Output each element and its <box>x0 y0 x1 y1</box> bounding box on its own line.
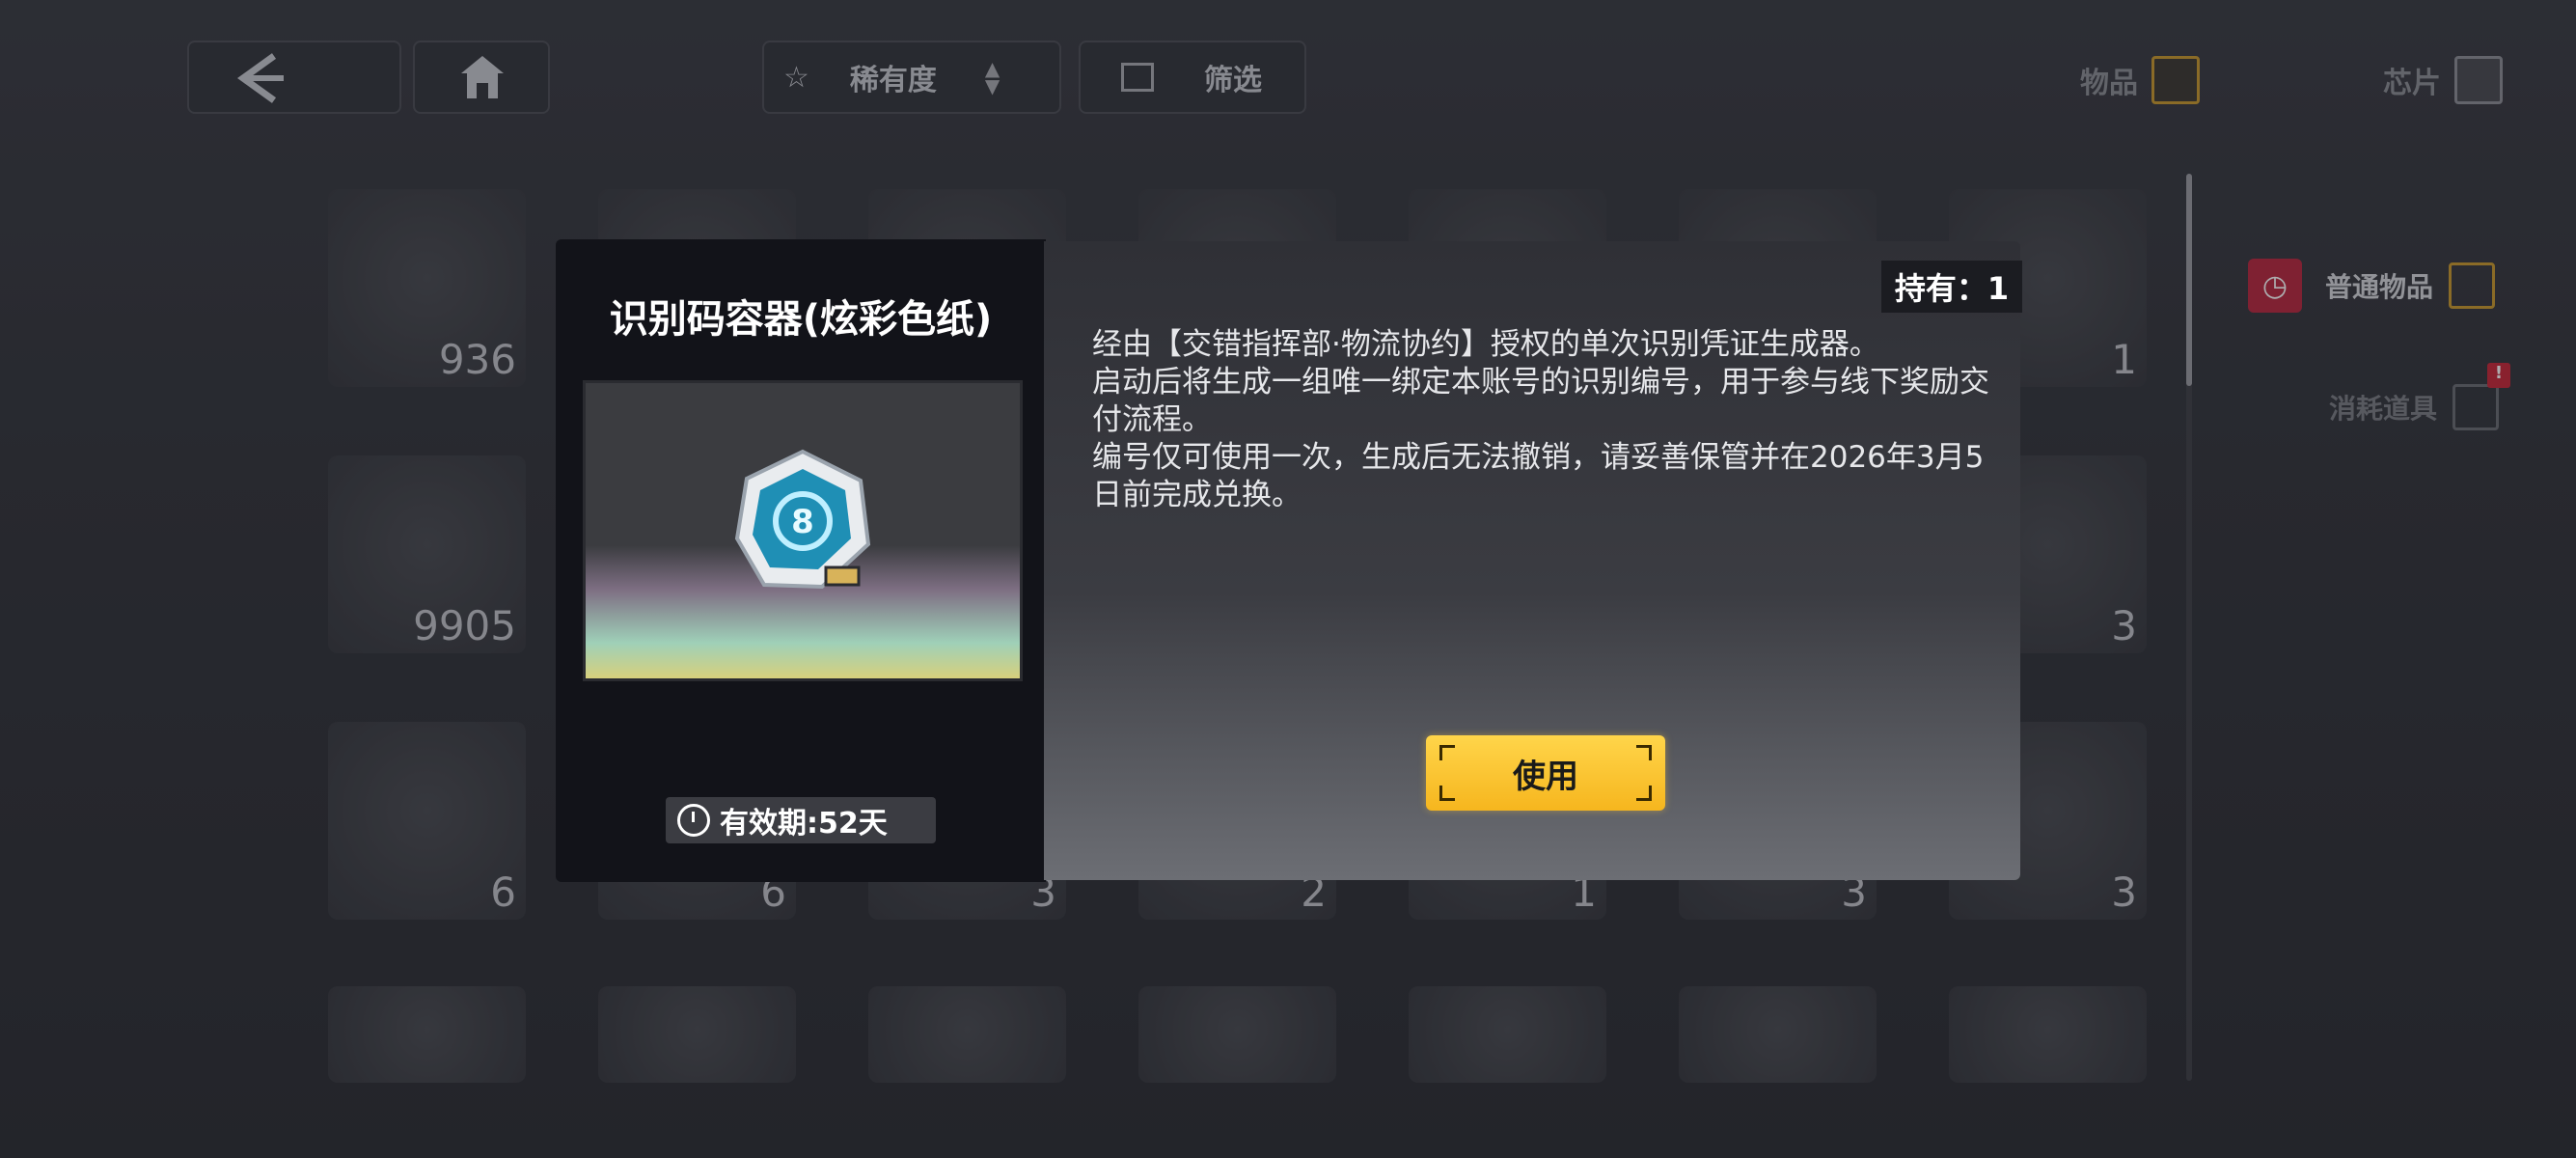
corner-bracket <box>1439 745 1455 760</box>
description-line: 经由【交错指挥部·物流协约】授权的单次识别凭证生成器。 <box>1092 327 1879 362</box>
description-line: 编号仅可使用一次，生成后无法撤销，请妥善保管并在2026年3月5日前完成兑换。 <box>1092 440 1985 512</box>
expiry-badge: 有效期:52天 <box>666 797 936 843</box>
expiry-text: 有效期:52天 <box>720 807 888 841</box>
corner-bracket <box>1636 786 1652 801</box>
corner-bracket <box>1636 745 1652 760</box>
item-description: 经由【交错指挥部·物流协约】授权的单次识别凭证生成器。 启动后将生成一组唯一绑定… <box>1092 326 1989 514</box>
corner-bracket <box>1439 786 1455 801</box>
owned-count: 持有：1 <box>1881 261 2022 313</box>
use-button[interactable]: 使用 <box>1426 735 1665 811</box>
description-line: 启动后将生成一组唯一绑定本账号的识别编号，用于参与线下奖励交付流程。 <box>1092 365 1989 437</box>
id-container-icon: 8 <box>734 449 871 590</box>
svg-text:8: 8 <box>791 503 814 541</box>
use-button-label: 使用 <box>1513 757 1578 796</box>
item-title: 识别码容器(炫彩色纸) <box>609 297 993 342</box>
clock-icon <box>677 804 710 837</box>
